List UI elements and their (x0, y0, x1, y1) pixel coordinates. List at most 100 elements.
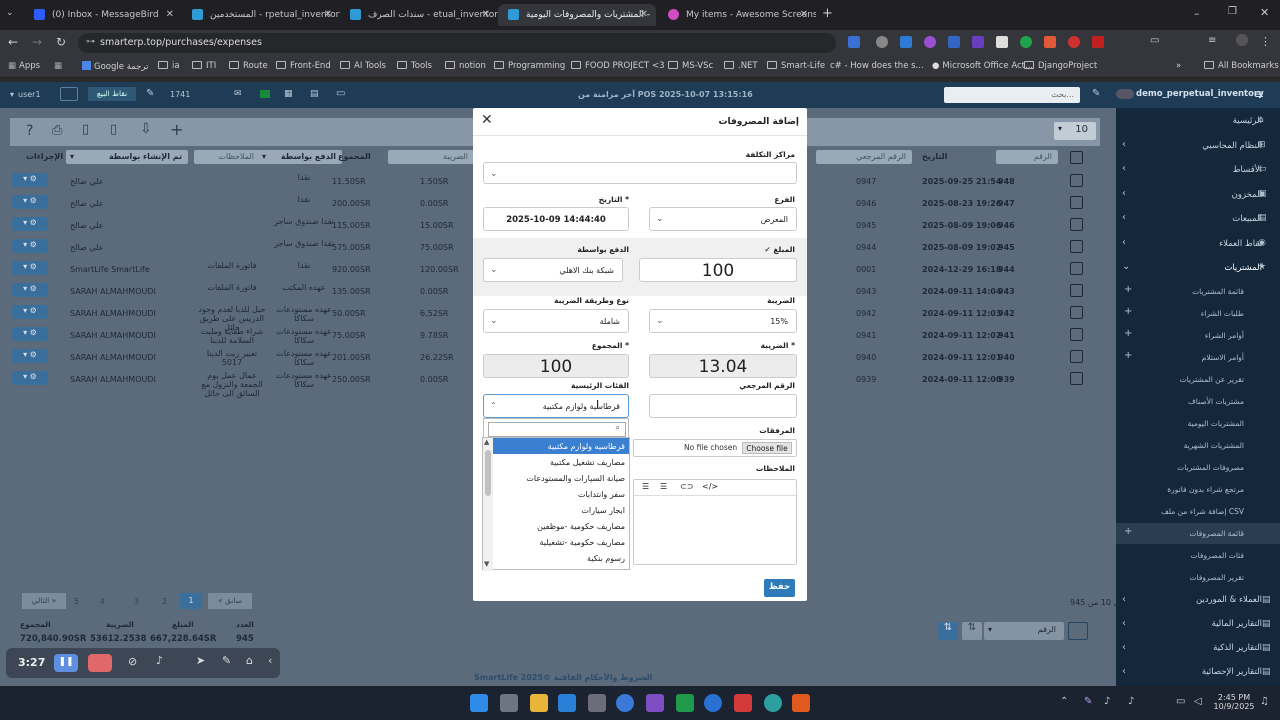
site-info-icon[interactable]: ⊶ (86, 37, 95, 47)
link-icon[interactable]: ⊂⊃ (680, 482, 693, 491)
bookmark-item[interactable]: Tools (397, 61, 432, 71)
close-icon[interactable]: ✕ (482, 9, 490, 20)
sidebar-subitem[interactable]: المشتريات الشهرية (1184, 441, 1244, 450)
stop-button[interactable] (88, 654, 112, 672)
tab-users[interactable]: المستخدمين - rpetual_inventory ✕ (182, 4, 340, 26)
sidebar-subitem[interactable]: فئات المصروفات (1191, 551, 1244, 560)
add-icon[interactable]: + (1124, 328, 1132, 339)
tax-rate-select[interactable]: ⌄ 15% (649, 309, 797, 333)
chevron-left-icon[interactable]: ‹ (1122, 642, 1126, 653)
user-menu[interactable]: ▾ user1 (10, 90, 41, 99)
add-icon[interactable]: + (1124, 350, 1132, 361)
chevron-left-icon[interactable]: ‹ (1122, 666, 1126, 677)
row-actions-button[interactable]: ▾ ⚙ (12, 371, 48, 385)
sidebar-subitem[interactable]: مرتجع شراء بدون فاتورة (1167, 485, 1244, 494)
volume-icon[interactable]: ◁ (1194, 696, 1202, 707)
chrome-icon[interactable] (616, 694, 634, 712)
bookmark-item[interactable]: FOOD PROJECT <3 (571, 61, 664, 71)
pen-icon[interactable]: ✎ (222, 654, 231, 667)
row-checkbox[interactable] (1070, 284, 1083, 297)
extension-icon[interactable] (1068, 36, 1080, 48)
chat-icon[interactable]: ▭ (336, 88, 345, 99)
row-actions-button[interactable]: ▾ ⚙ (12, 173, 48, 187)
extension-icon[interactable] (948, 36, 960, 48)
chevron-down-icon[interactable]: ⌄ (1122, 261, 1130, 272)
category-option[interactable]: مصاريف حكومية -موظفين (493, 518, 629, 534)
back-icon[interactable]: ← (8, 35, 18, 49)
row-checkbox[interactable] (1070, 218, 1083, 231)
print-icon[interactable]: ⎙ (52, 123, 62, 138)
scroll-down-icon[interactable]: ▼ (484, 560, 489, 568)
bookmark-item[interactable]: ● Microsoft Office Act... (932, 61, 1033, 71)
pos-button[interactable]: نقاط البيع (88, 87, 136, 101)
alert-count[interactable]: 1741 (170, 90, 190, 99)
page-4[interactable]: 4 (100, 597, 105, 606)
tab-search-icon[interactable]: ⌄ (6, 8, 14, 18)
excel-app-icon[interactable] (676, 694, 694, 712)
add-icon[interactable]: + (170, 120, 183, 139)
category-option[interactable]: مصاريف حكومية -تشغيلية (493, 534, 629, 550)
chevron-left-icon[interactable]: ‹ (1122, 212, 1126, 223)
layout-toggle[interactable] (1068, 622, 1088, 640)
url-input[interactable]: ⊶ smarterp.top/purchases/expenses (78, 33, 836, 53)
close-icon[interactable]: ✕ (166, 9, 174, 20)
collapse-icon[interactable]: ‹ (268, 654, 272, 667)
more-bookmarks-icon[interactable]: » (1176, 61, 1181, 71)
page-5[interactable]: 5 (74, 597, 79, 606)
category-option[interactable]: مصاريف تشغيل مكتبية (493, 454, 629, 470)
prev-page-button[interactable]: « سابق (208, 593, 252, 609)
bookmark-apps[interactable]: ▦ Apps (8, 61, 40, 71)
row-actions-button[interactable]: ▾ ⚙ (12, 283, 48, 297)
minimize-icon[interactable]: – (1194, 7, 1200, 20)
scrollbar-thumb[interactable] (485, 450, 491, 496)
microphone-icon[interactable]: ♪ (156, 654, 163, 667)
profile-avatar[interactable] (1236, 34, 1248, 46)
sort-asc-button[interactable]: ⇅ (962, 622, 982, 640)
help-icon[interactable]: ? (26, 123, 33, 139)
tray-mic-icon[interactable]: ♪ (1104, 696, 1110, 707)
id-filter[interactable]: الرقم (996, 150, 1058, 164)
git-tool-icon[interactable] (588, 694, 606, 712)
tax-filter[interactable]: الضريبة (388, 150, 474, 164)
row-checkbox[interactable] (1070, 174, 1083, 187)
new-tab-icon[interactable]: + (822, 6, 833, 21)
restore-icon[interactable]: ❐ (1228, 6, 1237, 17)
extension-icon[interactable] (876, 36, 888, 48)
bookmark-item[interactable]: ▦ (54, 61, 62, 71)
row-actions-button[interactable]: ▾ ⚙ (12, 349, 48, 363)
app-icon[interactable] (704, 694, 722, 712)
row-actions-button[interactable]: ▾ ⚙ (12, 327, 48, 341)
row-checkbox[interactable] (1070, 196, 1083, 209)
page-3[interactable]: 3 (134, 597, 139, 606)
sidebar-subitem[interactable]: مصروفات المشتريات (1177, 463, 1244, 472)
bookmark-item[interactable]: DjangoProject (1024, 61, 1097, 71)
close-icon[interactable]: ✕ (481, 112, 493, 128)
sidebar-item[interactable]: نقاط العملاء (1219, 239, 1262, 249)
ordered-list-icon[interactable]: ☰ (642, 482, 649, 491)
flag-icon[interactable] (260, 90, 270, 98)
sidebar-item[interactable]: العملاء & الموردين (1196, 595, 1262, 605)
camera-off-icon[interactable]: ⊘ (128, 655, 137, 668)
clock[interactable]: 2:45 PM 10/9/2025 (1212, 693, 1256, 711)
bookmark-item[interactable]: .NET (724, 61, 758, 71)
side-panel-icon[interactable]: ▭ (1150, 35, 1159, 46)
sidebar-subitem[interactable]: تقرير عن المشتريات (1180, 375, 1244, 384)
chevron-left-icon[interactable]: ‹ (1122, 594, 1126, 605)
notification-bell-icon[interactable]: ♫ (1260, 696, 1269, 707)
sidebar-item[interactable]: النظام المحاسبي (1202, 141, 1262, 151)
tab-messagebird[interactable]: (0) Inbox - MessageBird ✕ (24, 4, 182, 26)
notification-button[interactable] (60, 87, 78, 101)
extension-icon[interactable] (924, 36, 936, 48)
chevron-left-icon[interactable]: ‹ (1122, 163, 1126, 174)
bookmark-item[interactable]: ia (158, 61, 180, 71)
bookmark-item[interactable]: Programming (494, 61, 565, 71)
page-size-select[interactable]: ▾ 10 (1054, 122, 1096, 140)
tray-app-icon[interactable]: ✎ (1084, 696, 1092, 707)
tab-awesome-screenshot[interactable]: My items - Awesome Screensho ✕ (658, 4, 816, 26)
sidebar-subitem[interactable]: طلبات الشراء (1201, 309, 1244, 318)
page-2[interactable]: 2 (162, 597, 167, 606)
bookmark-item[interactable]: notion (445, 61, 486, 71)
sidebar-subitem[interactable]: قائمة المشتريات (1192, 287, 1244, 296)
select-all-checkbox[interactable] (1070, 151, 1083, 164)
task-view-icon[interactable] (500, 694, 518, 712)
